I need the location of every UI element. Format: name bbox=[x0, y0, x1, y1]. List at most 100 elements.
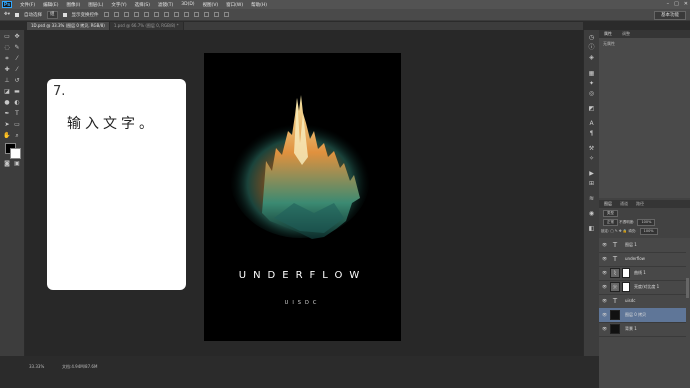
visibility-eye-icon[interactable]: 👁 bbox=[602, 256, 607, 261]
tab-paths[interactable]: 路径 bbox=[633, 200, 647, 208]
background-color-swatch[interactable] bbox=[10, 148, 21, 159]
layer-row[interactable]: 👁 背景 1 bbox=[599, 322, 686, 337]
hand-tool-icon[interactable]: ✋ bbox=[3, 132, 11, 140]
actions-icon[interactable]: ▶ bbox=[588, 170, 595, 177]
layer-row[interactable]: 👁 ☼ 亮度/对比度 1 bbox=[599, 280, 686, 295]
menu-view[interactable]: 视图(V) bbox=[203, 2, 219, 8]
dodge-tool-icon[interactable]: ◐ bbox=[13, 99, 21, 107]
quick-mask-icon[interactable]: ◙ bbox=[3, 160, 11, 168]
tab-document-1[interactable]: 1D.psd @ 33.3% (图层 0 拷贝, RGB/8) bbox=[27, 22, 110, 30]
menu-layer[interactable]: 图层(L) bbox=[88, 2, 103, 8]
align-center-icon[interactable] bbox=[143, 12, 149, 17]
color-icon[interactable]: ◈ bbox=[588, 54, 595, 61]
tab-adjustments[interactable]: 调整 bbox=[619, 30, 633, 38]
layer-row[interactable]: 👁 T uisdc bbox=[599, 294, 686, 309]
swatches-icon[interactable]: ▦ bbox=[588, 70, 595, 77]
path-select-icon[interactable]: ➤ bbox=[3, 121, 11, 129]
layer-row[interactable]: 👁 T 图层 1 bbox=[599, 238, 686, 253]
tab-document-2[interactable]: 1.psd @ 66.7% (图层 0, RGB/8) * bbox=[109, 22, 184, 30]
quick-select-icon[interactable]: ✎ bbox=[13, 44, 21, 52]
zoom-tool-icon[interactable]: ⌕ bbox=[13, 132, 21, 140]
visibility-eye-icon[interactable]: 👁 bbox=[602, 298, 607, 303]
distribute-center-icon[interactable] bbox=[203, 12, 209, 17]
poster-canvas[interactable]: UNDERFLOW UISDC bbox=[204, 53, 401, 341]
distribute-middle-icon[interactable] bbox=[173, 12, 179, 17]
eyedropper-icon[interactable]: ⁄ bbox=[13, 55, 21, 63]
marquee-tool-icon[interactable]: ▭ bbox=[3, 33, 11, 41]
menu-filter[interactable]: 滤镜(T) bbox=[158, 2, 173, 8]
distribute-top-icon[interactable] bbox=[163, 12, 169, 17]
auto-align-icon[interactable] bbox=[223, 12, 229, 17]
clone-source-icon[interactable]: ◎ bbox=[588, 90, 595, 97]
layers-scrollbar[interactable] bbox=[686, 278, 689, 298]
align-top-icon[interactable] bbox=[103, 12, 109, 17]
blend-mode-dropdown[interactable]: 正常 bbox=[603, 219, 618, 226]
auto-select-target-dropdown[interactable]: 组 bbox=[47, 10, 58, 19]
brush-tool-icon[interactable]: ⁄ bbox=[13, 66, 21, 74]
close-button[interactable]: ✕ bbox=[684, 1, 688, 7]
healing-brush-icon[interactable]: ✚ bbox=[3, 66, 11, 74]
lock-icons[interactable]: ▢ ✎ ✥ 🔒 bbox=[610, 229, 627, 233]
history-brush-icon[interactable]: ↺ bbox=[13, 77, 21, 85]
styles-icon[interactable]: ✧ bbox=[588, 155, 595, 162]
layer-mask-thumbnail[interactable] bbox=[622, 282, 630, 292]
eraser-icon[interactable]: ◪ bbox=[3, 88, 11, 96]
distribute-left-icon[interactable] bbox=[193, 12, 199, 17]
gradient-tool-icon[interactable]: ▬ bbox=[13, 88, 21, 96]
type-tool-icon[interactable]: T bbox=[13, 110, 21, 118]
menu-type[interactable]: 文字(Y) bbox=[111, 2, 126, 8]
auto-select-checkbox[interactable] bbox=[15, 12, 20, 17]
menu-image[interactable]: 图像(I) bbox=[66, 2, 80, 8]
navigator-icon[interactable]: ⊞ bbox=[588, 180, 595, 187]
screen-mode-icon[interactable]: ▣ bbox=[13, 160, 21, 168]
visibility-eye-icon[interactable]: 👁 bbox=[602, 270, 607, 275]
menu-edit[interactable]: 编辑(E) bbox=[43, 2, 58, 8]
align-left-icon[interactable] bbox=[133, 12, 139, 17]
blur-tool-icon[interactable]: ● bbox=[3, 99, 11, 107]
menu-file[interactable]: 文件(F) bbox=[20, 2, 35, 8]
visibility-eye-icon[interactable]: 👁 bbox=[602, 242, 607, 247]
tab-properties[interactable]: 属性 bbox=[601, 30, 615, 38]
visibility-eye-icon[interactable]: 👁 bbox=[602, 284, 607, 289]
clone-stamp-icon[interactable]: ⊥ bbox=[3, 77, 11, 85]
layer-row[interactable]: 👁 T underflow bbox=[599, 252, 686, 267]
distribute-right-icon[interactable] bbox=[213, 12, 219, 17]
visibility-eye-icon[interactable]: 👁 bbox=[602, 312, 607, 317]
workspace-dropdown[interactable]: 基本功能 bbox=[654, 11, 686, 20]
layer-mask-thumbnail[interactable] bbox=[622, 268, 630, 278]
move-tool-icon[interactable]: ✥ bbox=[13, 33, 21, 41]
align-right-icon[interactable] bbox=[153, 12, 159, 17]
show-transform-checkbox[interactable] bbox=[62, 12, 67, 17]
tab-channels[interactable]: 通道 bbox=[617, 200, 631, 208]
tab-layers[interactable]: 图层 bbox=[601, 200, 615, 208]
brushes-icon[interactable]: ✦ bbox=[588, 80, 595, 87]
shape-tool-icon[interactable]: ▭ bbox=[13, 121, 21, 129]
layer-row[interactable]: 👁 ⌇ 曲线 1 bbox=[599, 266, 686, 281]
minimize-button[interactable]: – bbox=[667, 1, 670, 7]
menu-3d[interactable]: 3D(D) bbox=[181, 2, 194, 7]
menu-window[interactable]: 窗口(W) bbox=[226, 2, 243, 8]
tool-presets-icon[interactable]: ⚒ bbox=[588, 145, 595, 152]
layer-row-selected[interactable]: 👁 图层 0 拷贝 bbox=[599, 308, 686, 323]
crop-tool-icon[interactable]: ⌗ bbox=[3, 55, 11, 63]
opacity-input[interactable]: 100% bbox=[637, 219, 656, 226]
adjustments-icon[interactable]: ◩ bbox=[588, 105, 595, 112]
layers-icon[interactable]: ◧ bbox=[588, 225, 595, 232]
align-middle-icon[interactable] bbox=[113, 12, 119, 17]
menu-select[interactable]: 选择(S) bbox=[135, 2, 150, 8]
pen-tool-icon[interactable]: ✒ bbox=[3, 110, 11, 118]
info-icon[interactable]: ⓘ bbox=[588, 44, 595, 51]
move-tool-icon[interactable]: ✥▾ bbox=[4, 12, 10, 17]
document-info[interactable]: 文档:4.94M/87.6M bbox=[62, 364, 97, 370]
paragraph-icon[interactable]: ¶ bbox=[588, 130, 595, 137]
character-icon[interactable]: A bbox=[588, 120, 595, 127]
layer-filter-dropdown[interactable]: 类型 bbox=[603, 210, 618, 217]
align-bottom-icon[interactable] bbox=[123, 12, 129, 17]
paths-icon[interactable]: ≋ bbox=[588, 195, 595, 202]
fill-input[interactable]: 100% bbox=[639, 228, 658, 235]
visibility-eye-icon[interactable]: 👁 bbox=[602, 326, 607, 331]
channels-icon[interactable]: ◉ bbox=[588, 210, 595, 217]
menu-help[interactable]: 帮助(H) bbox=[251, 2, 267, 8]
zoom-level[interactable]: 33.33% bbox=[29, 364, 44, 369]
lasso-tool-icon[interactable]: ◌ bbox=[3, 44, 11, 52]
